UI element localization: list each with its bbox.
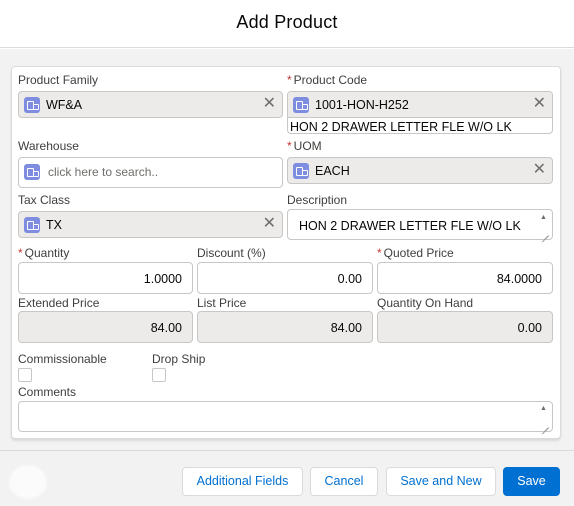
product-code-pill: 1001-HON-H252 ✕ <box>288 92 552 118</box>
uom-value: EACH <box>315 164 350 178</box>
commissionable-checkbox[interactable] <box>18 368 32 382</box>
list-price-value: 84.00 <box>330 321 362 335</box>
scroll-up-icon[interactable]: ▲ <box>539 405 548 412</box>
scroll-up-icon[interactable]: ▲ <box>539 214 548 221</box>
product-form-card: Product Family WF&A ✕ * Product Code 1001… <box>11 66 561 439</box>
required-indicator: * <box>377 246 382 260</box>
product-code-value: 1001-HON-H252 <box>315 98 409 112</box>
comments-textarea[interactable]: ▲ <box>18 401 553 432</box>
description-label: Description <box>287 193 348 207</box>
quantity-on-hand-value: 0.00 <box>517 321 542 335</box>
tax-class-value: TX <box>46 218 62 232</box>
required-indicator: * <box>287 73 292 87</box>
close-icon[interactable]: ✕ <box>263 215 276 233</box>
resize-handle-icon[interactable] <box>540 419 549 428</box>
quoted-price-value: 84.0000 <box>496 272 542 286</box>
extended-price-value: 84.00 <box>150 321 182 335</box>
description-value: HON 2 DRAWER LETTER FLE W/O LK <box>299 219 521 233</box>
record-lookup-icon <box>24 164 40 180</box>
quantity-on-hand-label: Quantity On Hand <box>377 296 474 310</box>
cancel-button[interactable]: Cancel <box>310 467 378 496</box>
extended-price-label: Extended Price <box>18 296 100 310</box>
quantity-input[interactable]: 1.0000 <box>18 262 193 294</box>
product-code-lookup[interactable]: 1001-HON-H252 ✕ HON 2 DRAWER LETTER FLE … <box>287 91 553 134</box>
discount-label: Discount (%) <box>197 246 266 260</box>
uom-label: * UOM <box>287 139 322 153</box>
product-family-value: WF&A <box>46 98 83 112</box>
commissionable-label: Commissionable <box>18 352 107 366</box>
product-family-label: Product Family <box>18 73 99 87</box>
product-code-label: * Product Code <box>287 73 368 87</box>
required-indicator: * <box>287 139 292 153</box>
warehouse-search-input[interactable]: click here to search.. <box>18 157 283 188</box>
record-lookup-icon <box>24 97 40 113</box>
required-indicator: * <box>18 246 23 260</box>
record-lookup-icon <box>24 217 40 233</box>
record-lookup-icon <box>293 97 309 113</box>
product-code-subtext: HON 2 DRAWER LETTER FLE W/O LK <box>290 120 512 134</box>
product-family-lookup[interactable]: WF&A ✕ <box>18 91 283 118</box>
quoted-price-label: * Quoted Price <box>377 246 454 260</box>
comments-label: Comments <box>18 385 77 399</box>
list-price-field: 84.00 <box>197 311 373 343</box>
modal-header: Add Product <box>0 0 574 48</box>
uom-lookup[interactable]: EACH ✕ <box>287 157 553 184</box>
extended-price-field: 84.00 <box>18 311 193 343</box>
quantity-on-hand-field: 0.00 <box>377 311 553 343</box>
additional-fields-button[interactable]: Additional Fields <box>182 467 303 496</box>
modal-title: Add Product <box>236 12 338 32</box>
resize-handle-icon[interactable] <box>540 227 549 236</box>
quantity-value: 1.0000 <box>143 272 182 286</box>
discount-value: 0.00 <box>337 272 362 286</box>
description-textarea[interactable]: HON 2 DRAWER LETTER FLE W/O LK ▲ <box>287 209 553 240</box>
quoted-price-input[interactable]: 84.0000 <box>377 262 553 294</box>
save-and-new-button[interactable]: Save and New <box>386 467 496 496</box>
warehouse-placeholder: click here to search.. <box>48 165 159 179</box>
quantity-label: * Quantity <box>18 246 70 260</box>
tax-class-label: Tax Class <box>18 193 71 207</box>
drop-ship-checkbox[interactable] <box>152 368 166 382</box>
save-button[interactable]: Save <box>503 467 560 496</box>
avatar <box>10 466 46 498</box>
discount-input[interactable]: 0.00 <box>197 262 373 294</box>
close-icon[interactable]: ✕ <box>263 95 276 113</box>
close-icon[interactable]: ✕ <box>533 161 546 179</box>
tax-class-lookup[interactable]: TX ✕ <box>18 211 283 238</box>
record-lookup-icon <box>293 163 309 179</box>
warehouse-label: Warehouse <box>18 139 79 153</box>
drop-ship-label: Drop Ship <box>152 352 206 366</box>
close-icon[interactable]: ✕ <box>533 95 546 113</box>
list-price-label: List Price <box>197 296 247 310</box>
